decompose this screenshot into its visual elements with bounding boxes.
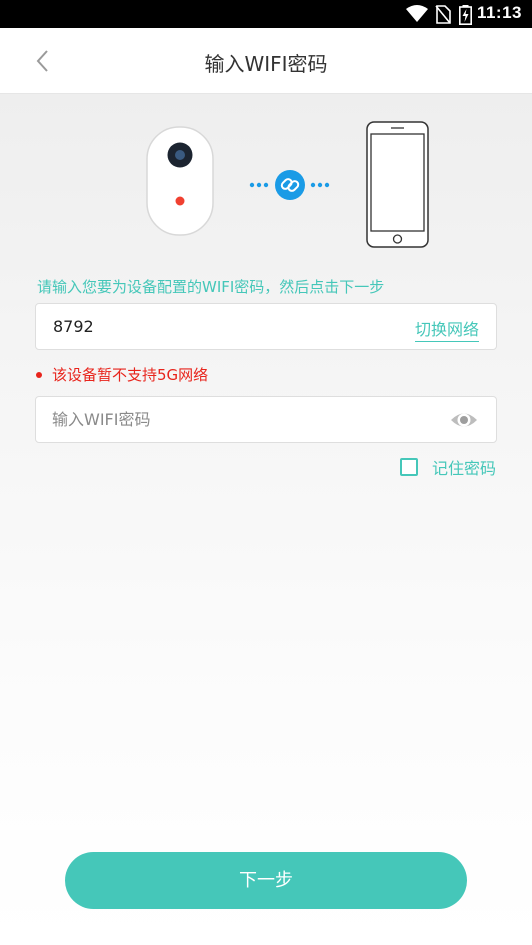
page-title: 输入WIFI密码 (204, 52, 328, 76)
wifi-icon (406, 5, 428, 22)
warning-dot (36, 371, 42, 378)
network-name-field: 8792 切换网络 (35, 303, 497, 350)
eye-icon (451, 413, 477, 427)
phone-icon (366, 121, 429, 248)
camera-device-icon (146, 126, 214, 236)
status-bar: 11:13 (0, 0, 532, 28)
network-name-value: 8792 (53, 317, 94, 336)
remember-password-checkbox[interactable] (399, 458, 418, 476)
no-sim-icon (435, 5, 451, 24)
pairing-illustration (146, 121, 429, 248)
password-field (35, 396, 497, 443)
toggle-password-visibility-button[interactable] (449, 408, 479, 432)
switch-network-link[interactable]: 切换网络 (414, 316, 479, 342)
header-bar: 输入WIFI密码 (0, 28, 532, 94)
remember-password-label: 记住密码 (431, 459, 496, 478)
remember-password-toggle[interactable]: 记住密码 (399, 455, 496, 479)
battery-charging-icon (459, 5, 472, 25)
warning-text: 该设备暂不支持5G网络 (52, 366, 209, 384)
next-step-button[interactable]: 下一步 (65, 852, 467, 909)
password-input[interactable] (52, 397, 442, 442)
wifi-password-screen: 11:13 输入WIFI密码 请输入您要为设备配置的WIFI密码，然后点击下一步… (0, 0, 532, 945)
clock-time: 11:13 (476, 3, 522, 22)
5g-warning: 该设备暂不支持5G网络 (36, 364, 208, 385)
instruction-hint: 请输入您要为设备配置的WIFI密码，然后点击下一步 (37, 278, 385, 296)
link-icon (275, 170, 305, 200)
